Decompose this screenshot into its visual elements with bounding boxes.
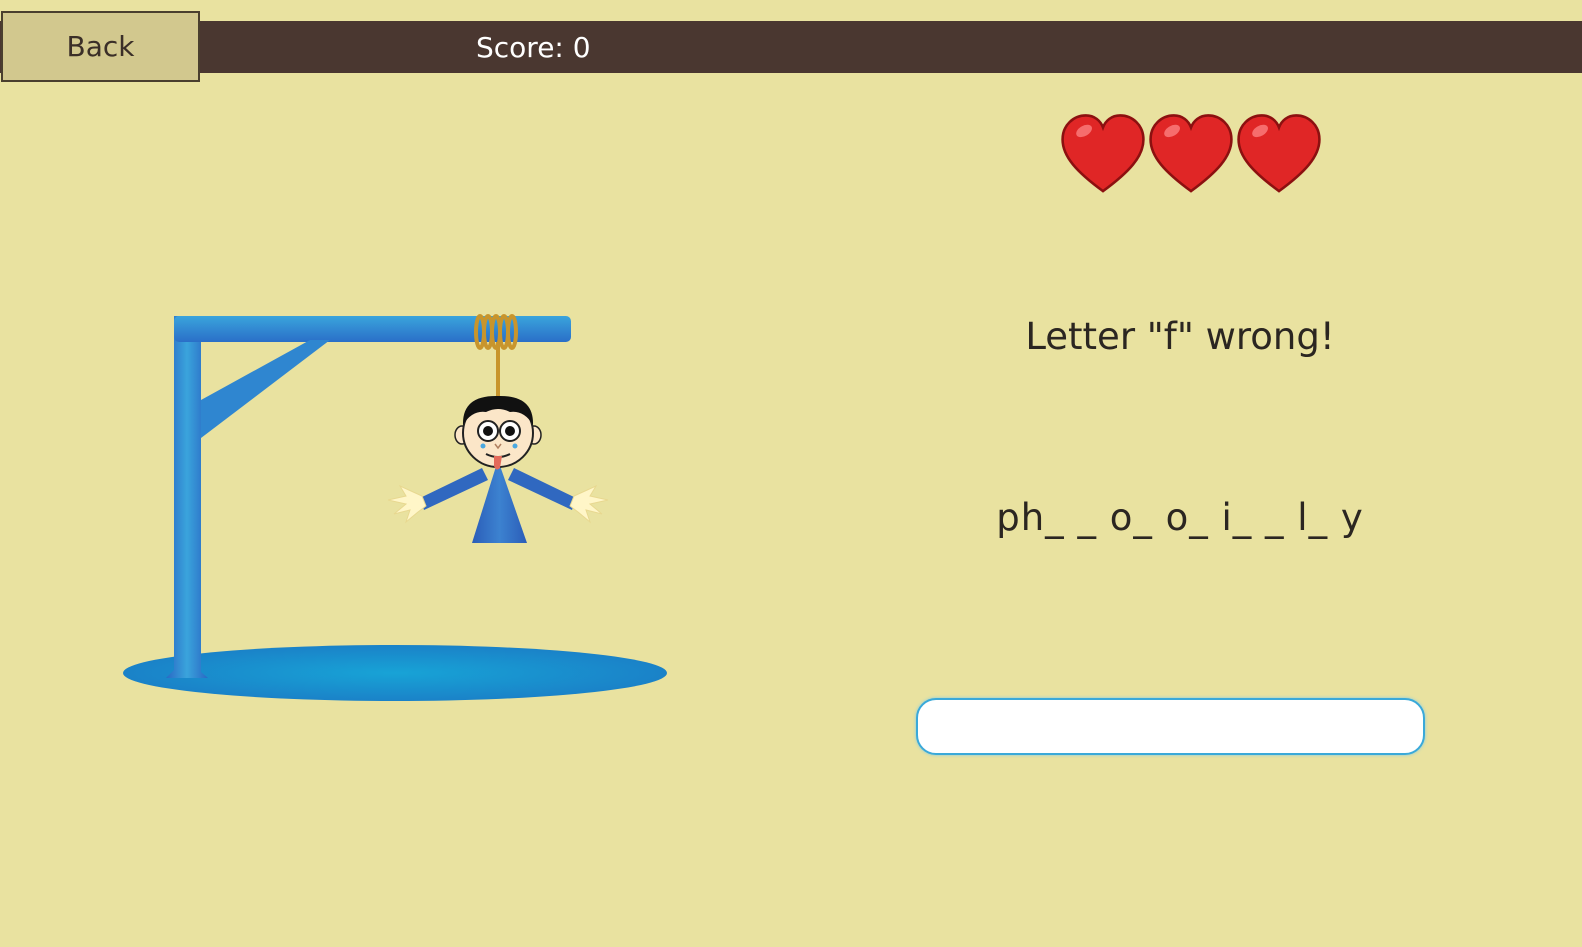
- lives-display: [1060, 112, 1325, 202]
- heart-icon: [1237, 114, 1321, 193]
- top-bar: [0, 21, 1582, 73]
- hangman-drawing: [123, 314, 667, 701]
- feedback-message: Letter "f" wrong!: [1025, 315, 1335, 358]
- hangman-figure-icon: [387, 395, 609, 543]
- guess-input[interactable]: [916, 698, 1425, 755]
- back-button[interactable]: Back: [1, 11, 200, 82]
- heart-icon: [1149, 114, 1233, 193]
- heart-icon: [1061, 114, 1145, 193]
- game-screen: Back Score: 0 Letter "f" wrong! ph_ _ o_…: [0, 0, 1582, 947]
- score-label: Score: 0: [476, 31, 591, 64]
- word-pattern: ph_ _ o_ o_ i_ _ l_ y: [996, 496, 1364, 539]
